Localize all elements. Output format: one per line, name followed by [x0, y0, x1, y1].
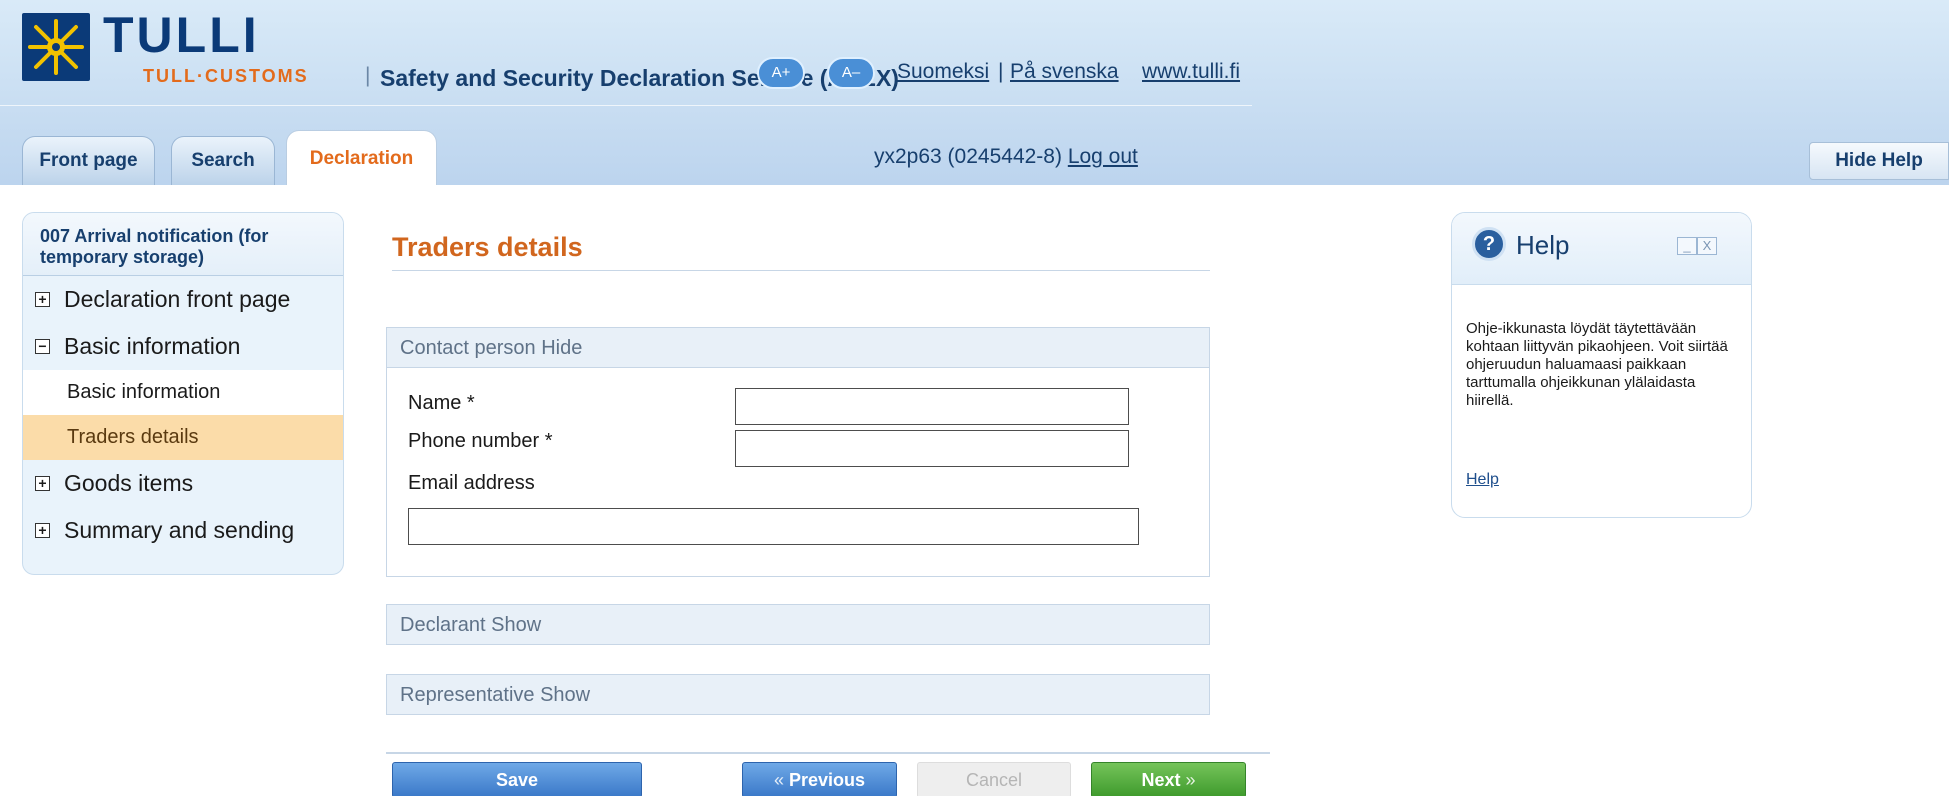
help-title: Help [1516, 230, 1570, 260]
expand-icon[interactable]: + [35, 476, 50, 491]
chevron-right-icon: » [1185, 770, 1196, 790]
footer-divider [386, 752, 1270, 754]
close-icon[interactable]: X [1697, 237, 1717, 255]
help-link[interactable]: Help [1466, 471, 1499, 489]
next-label: Next [1141, 770, 1181, 790]
email-field[interactable] [408, 508, 1139, 545]
help-icon: ? [1472, 227, 1506, 261]
nav-group-label: Goods items [64, 470, 194, 496]
language-swedish-link[interactable]: På svenska [1010, 60, 1119, 84]
nav-item-basic-information[interactable]: Basic information [23, 370, 343, 415]
font-increase-button[interactable]: A+ [757, 57, 805, 89]
name-label: Name * [408, 392, 475, 414]
collapse-icon[interactable]: − [35, 339, 50, 354]
email-label: Email address [408, 472, 535, 494]
header-divider [0, 105, 1252, 106]
nav-group-declaration-front-page[interactable]: + Declaration front page [23, 276, 343, 323]
declaration-nav: 007 Arrival notification (for temporary … [22, 212, 344, 575]
user-info: yx2p63 (0245442-8) Log out [874, 145, 1138, 169]
help-panel[interactable]: ? Help _ X Ohje-ikkunasta löydät täytett… [1451, 212, 1752, 518]
tulli-logo-icon[interactable] [22, 13, 90, 81]
tab-front-page[interactable]: Front page [22, 136, 155, 185]
nav-group-summary-and-sending[interactable]: + Summary and sending [23, 507, 343, 554]
previous-button[interactable]: « Previous [742, 762, 897, 796]
nav-group-label: Basic information [64, 333, 241, 359]
user-id: yx2p63 (0245442-8) [874, 145, 1062, 168]
help-panel-header[interactable]: ? Help _ X [1452, 213, 1751, 285]
nav-group-goods-items[interactable]: + Goods items [23, 460, 343, 507]
help-text: Ohje-ikkunasta löydät täytettävään kohta… [1466, 320, 1728, 409]
phone-label: Phone number * [408, 430, 553, 452]
hide-help-button[interactable]: Hide Help [1809, 142, 1949, 180]
save-button[interactable]: Save [392, 762, 642, 796]
brand-subtitle: TULL·CUSTOMS [143, 66, 309, 86]
tab-declaration[interactable]: Declaration [286, 130, 437, 185]
title-divider [392, 270, 1210, 271]
logout-link[interactable]: Log out [1068, 145, 1138, 168]
previous-label: Previous [788, 770, 866, 790]
next-button[interactable]: Next » [1091, 762, 1246, 796]
brand-name: TULLI [103, 7, 260, 63]
language-finnish-link[interactable]: Suomeksi [897, 60, 989, 84]
font-decrease-button[interactable]: A– [827, 57, 875, 89]
expand-icon[interactable]: + [35, 523, 50, 538]
phone-field[interactable] [735, 430, 1129, 467]
nav-title: 007 Arrival notification (for temporary … [23, 213, 343, 276]
name-field[interactable] [735, 388, 1129, 425]
nav-item-traders-details[interactable]: Traders details [23, 415, 343, 460]
service-title: Safety and Security Declaration Service … [380, 65, 899, 91]
brand-separator: | [365, 64, 371, 87]
chevron-left-icon: « [773, 770, 784, 790]
nav-group-label: Summary and sending [64, 517, 295, 543]
tab-search[interactable]: Search [171, 136, 275, 185]
nav-group-label: Declaration front page [64, 286, 291, 312]
site-link[interactable]: www.tulli.fi [1142, 60, 1240, 84]
minimize-icon[interactable]: _ [1677, 237, 1697, 255]
declarant-section-header[interactable]: Declarant Show [386, 604, 1210, 645]
cancel-button[interactable]: Cancel [917, 762, 1071, 796]
contact-person-section-header[interactable]: Contact person Hide [386, 327, 1210, 368]
language-separator: | [998, 60, 1004, 83]
representative-section-header[interactable]: Representative Show [386, 674, 1210, 715]
nav-group-basic-information[interactable]: − Basic information [23, 323, 343, 370]
page-title: Traders details [392, 232, 583, 262]
expand-icon[interactable]: + [35, 292, 50, 307]
